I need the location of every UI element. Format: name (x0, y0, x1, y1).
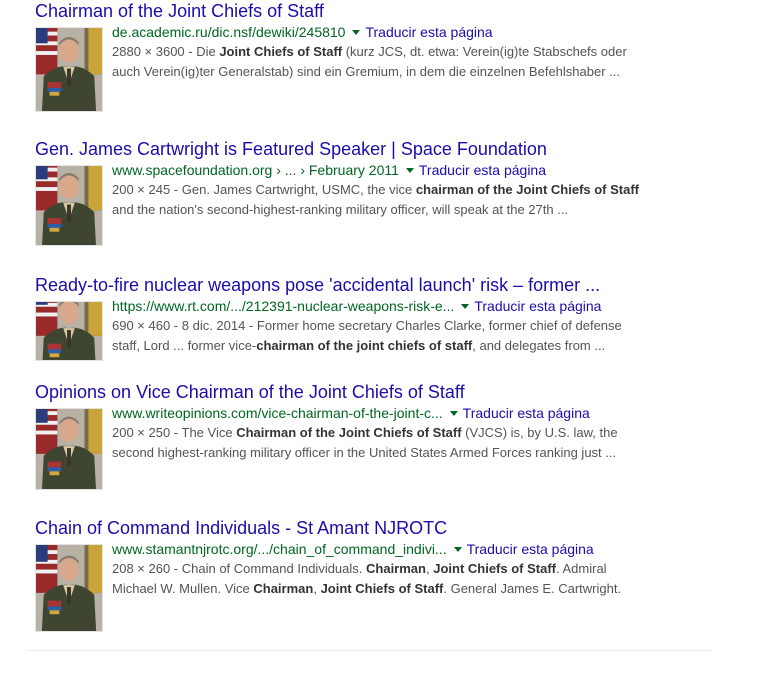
result-thumbnail[interactable] (35, 301, 103, 361)
caret-down-icon[interactable] (453, 546, 462, 552)
result-thumbnail[interactable] (35, 27, 103, 112)
result-title-link[interactable]: Chairman of the Joint Chiefs of Staff (35, 0, 735, 22)
results-divider (27, 650, 712, 651)
result-snippet: 200 × 250 - The Vice Chairman of the Joi… (112, 423, 735, 463)
snippet-line: 200 × 250 - The Vice Chairman of the Joi… (112, 425, 618, 440)
result-url: https://www.rt.com/.../212391-nuclear-we… (112, 298, 455, 314)
result-snippet: 200 × 245 - Gen. James Cartwright, USMC,… (112, 180, 735, 220)
caret-down-icon[interactable] (405, 167, 414, 173)
result-thumbnail[interactable] (35, 408, 103, 490)
translate-link[interactable]: Traducir esta página (474, 298, 601, 314)
snippet-line: auch Verein(ig)ter Generalstab) sind ein… (112, 64, 620, 79)
result-url: www.stamantnjrotc.org/.../chain_of_comma… (112, 541, 447, 557)
result-url: www.writeopinions.com/vice-chairman-of-t… (112, 405, 443, 421)
result-title-link[interactable]: Opinions on Vice Chairman of the Joint C… (35, 381, 735, 403)
search-result: Gen. James Cartwright is Featured Speake… (35, 138, 735, 246)
result-snippet: 2880 × 3600 - Die Joint Chiefs of Staff … (112, 42, 735, 82)
result-url: de.academic.ru/dic.nsf/dewiki/245810 (112, 24, 346, 40)
translate-link[interactable]: Traducir esta página (365, 24, 492, 40)
caret-down-icon[interactable] (449, 410, 458, 416)
translate-link[interactable]: Traducir esta página (463, 405, 590, 421)
result-thumbnail[interactable] (35, 165, 103, 246)
result-title-link[interactable]: Ready-to-fire nuclear weapons pose 'acci… (35, 274, 735, 296)
search-result: Chain of Command Individuals - St Amant … (35, 517, 735, 632)
result-title-link[interactable]: Gen. James Cartwright is Featured Speake… (35, 138, 735, 160)
snippet-line: 208 × 260 - Chain of Command Individuals… (112, 561, 607, 576)
snippet-line: second highest-ranking military officer … (112, 445, 617, 460)
translate-link[interactable]: Traducir esta página (419, 162, 546, 178)
result-title-link[interactable]: Chain of Command Individuals - St Amant … (35, 517, 735, 539)
snippet-line: and the nation's second-highest-ranking … (112, 202, 569, 217)
search-result: Opinions on Vice Chairman of the Joint C… (35, 381, 735, 490)
search-result: Ready-to-fire nuclear weapons pose 'acci… (35, 274, 735, 361)
result-snippet: 690 × 460 - 8 dic. 2014 - Former home se… (112, 316, 735, 356)
result-url: www.spacefoundation.org › ... › February… (112, 162, 399, 178)
caret-down-icon[interactable] (352, 29, 361, 35)
caret-down-icon[interactable] (461, 303, 470, 309)
result-thumbnail[interactable] (35, 544, 103, 632)
result-snippet: 208 × 260 - Chain of Command Individuals… (112, 559, 735, 599)
search-result: Chairman of the Joint Chiefs of Staff de… (35, 0, 735, 112)
snippet-line: 690 × 460 - 8 dic. 2014 - Former home se… (112, 318, 622, 333)
snippet-line: 200 × 245 - Gen. James Cartwright, USMC,… (112, 182, 640, 197)
snippet-line: staff, Lord ... former vice-chairman of … (112, 338, 606, 353)
translate-link[interactable]: Traducir esta página (467, 541, 594, 557)
snippet-line: 2880 × 3600 - Die Joint Chiefs of Staff … (112, 44, 627, 59)
snippet-line: Michael W. Mullen. Vice Chairman, Joint … (112, 581, 622, 596)
